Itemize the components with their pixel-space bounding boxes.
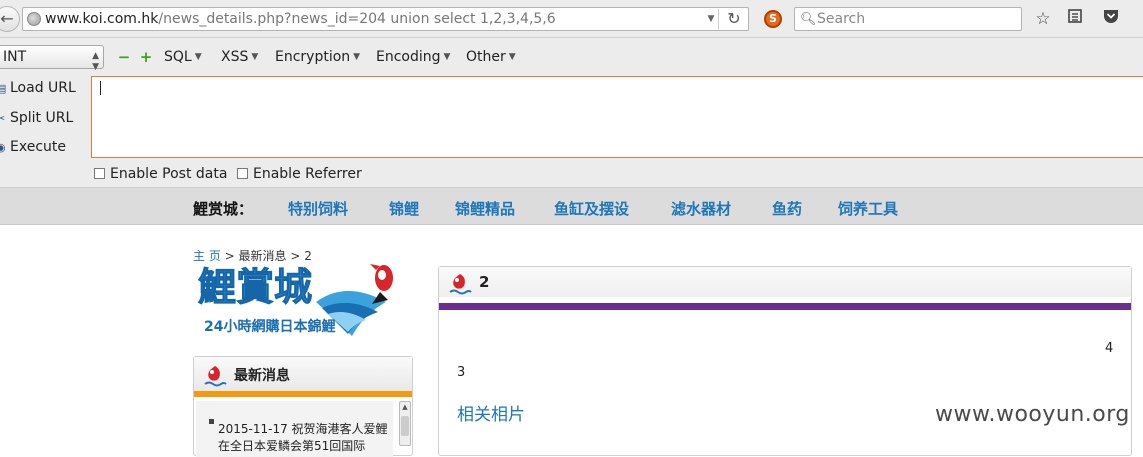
site-logo[interactable]: 鯉賞城 24小時網購日本錦鯉	[196, 262, 408, 340]
menu-label: Other	[466, 49, 506, 65]
bookmark-star-icon[interactable]: ☆	[1032, 8, 1054, 30]
nav-link-filters[interactable]: 滤水器材	[671, 198, 731, 219]
reading-list-icon[interactable]	[1064, 8, 1086, 30]
news-scrollbar[interactable]: ▲	[399, 401, 411, 446]
split-url-button[interactable]: ✂ Split URL	[0, 107, 73, 129]
enable-post-data-checkbox[interactable]: Enable Post data	[94, 166, 227, 182]
menu-label: SQL	[164, 49, 192, 65]
checkbox-box	[237, 168, 248, 179]
breadcrumb-section: 最新消息	[238, 249, 287, 263]
reload-icon: ↻	[727, 9, 741, 28]
type-select-value: INT	[3, 49, 27, 65]
back-arrow-icon: ←	[0, 9, 14, 28]
split-url-label: Split URL	[10, 110, 74, 126]
checkbox-label: Enable Referrer	[253, 166, 362, 182]
decrease-button[interactable]: −	[116, 48, 132, 66]
related-photos-heading: 相关相片	[457, 405, 525, 425]
minus-icon: −	[117, 48, 131, 66]
article-title: 2	[479, 273, 490, 291]
execute-button[interactable]: ◉ Execute	[0, 136, 66, 158]
list-bullet-icon	[209, 419, 214, 424]
nav-link-koi[interactable]: 锦鲤	[389, 198, 419, 219]
execute-label: Execute	[10, 139, 66, 155]
globe-icon	[27, 12, 41, 26]
noscript-block-icon[interactable]: S	[764, 10, 782, 28]
load-url-button[interactable]: ▤ Load URL	[0, 77, 76, 99]
select-arrows-icon: ▲ ▼	[92, 51, 99, 72]
nav-link-tools[interactable]: 饲养工具	[838, 198, 898, 219]
article-value-b: 3	[457, 365, 466, 380]
text-caret	[100, 81, 101, 95]
menu-encryption[interactable]: Encryption ▼	[275, 47, 360, 67]
article-panel-header	[439, 267, 1131, 297]
menu-label: XSS	[221, 49, 249, 65]
menu-other[interactable]: Other ▼	[466, 47, 516, 67]
type-select[interactable]: INT ▲ ▼	[0, 45, 104, 72]
load-url-icon: ▤	[0, 82, 7, 95]
chevron-down-icon: ▼	[353, 52, 361, 62]
latest-news-panel: 最新消息 2015-11-17 祝贺海港客人爱鲤在全日本爱鳞会第51回国际	[193, 356, 413, 457]
split-url-icon: ✂	[0, 112, 6, 125]
checkbox-box	[94, 168, 105, 179]
site-brand-label: 鯉赏城：	[193, 200, 254, 218]
menu-xss[interactable]: XSS ▼	[221, 47, 258, 67]
menu-label: Encoding	[376, 49, 441, 65]
reload-button[interactable]: ↻	[722, 8, 746, 30]
koi-fish-icon	[204, 366, 227, 387]
browser-toolbar: ← www.koi.com.hk/news_details.php?news_i…	[0, 0, 1143, 38]
news-panel-accent-bar	[194, 391, 412, 397]
url-textarea[interactable]	[91, 76, 1143, 158]
news-list-item[interactable]: 2015-11-17 祝贺海港客人爱鲤在全日本爱鳞会第51回国际	[218, 421, 388, 453]
enable-referrer-checkbox[interactable]: Enable Referrer	[237, 166, 362, 182]
checkbox-label: Enable Post data	[110, 166, 228, 182]
logo-main-text: 鯉賞城	[198, 265, 312, 309]
nav-link-special-feed[interactable]: 特别饲料	[288, 198, 348, 219]
url-history-dropdown-icon[interactable]: ▼	[705, 8, 717, 30]
article-accent-bar	[439, 303, 1131, 310]
load-url-label: Load URL	[10, 80, 76, 96]
logo-sub-text: 24小時網購日本錦鯉	[204, 318, 335, 335]
article-value-a: 4	[1105, 341, 1114, 356]
watermark: www.wooyun.org	[935, 402, 1130, 427]
chevron-down-icon: ▼	[251, 52, 259, 62]
breadcrumb-separator: >	[220, 249, 239, 263]
menu-sql[interactable]: SQL ▼	[164, 47, 202, 67]
url-domain: www.koi.com.hk	[45, 11, 159, 27]
pocket-icon[interactable]	[1100, 8, 1122, 30]
execute-icon: ◉	[0, 141, 6, 154]
breadcrumb-current: 2	[304, 249, 312, 263]
increase-button[interactable]: +	[138, 48, 154, 66]
scroll-thumb[interactable]	[401, 416, 409, 436]
scroll-up-icon[interactable]: ▲	[400, 402, 410, 412]
plus-icon: +	[139, 48, 153, 66]
breadcrumb-separator: >	[286, 249, 305, 263]
nav-link-tanks[interactable]: 鱼缸及摆设	[554, 198, 629, 219]
url-path: /news_details.php?news_id=204 union sele…	[158, 11, 556, 27]
article-panel: 2	[438, 266, 1132, 456]
url-divider	[718, 9, 719, 29]
chevron-down-icon: ▼	[443, 52, 451, 62]
news-panel-title: 最新消息	[234, 368, 290, 384]
back-button[interactable]: ←	[0, 6, 20, 32]
koi-fish-icon	[449, 274, 472, 295]
chevron-down-icon: ▼	[194, 52, 202, 62]
search-icon: 🔍︎	[800, 12, 817, 27]
search-placeholder: Search	[817, 11, 866, 27]
url-bar[interactable]: www.koi.com.hk/news_details.php?news_id=…	[22, 7, 749, 31]
nav-link-koi-premium[interactable]: 锦鲤精品	[455, 198, 515, 219]
menu-encoding[interactable]: Encoding ▼	[376, 47, 450, 67]
chevron-down-icon: ▼	[508, 52, 516, 62]
menu-label: Encryption	[275, 49, 351, 65]
search-input[interactable]: 🔍︎ Search	[794, 7, 1022, 31]
nav-link-medicine[interactable]: 鱼药	[772, 198, 802, 219]
breadcrumb-home-link[interactable]: 主 页	[193, 249, 221, 263]
